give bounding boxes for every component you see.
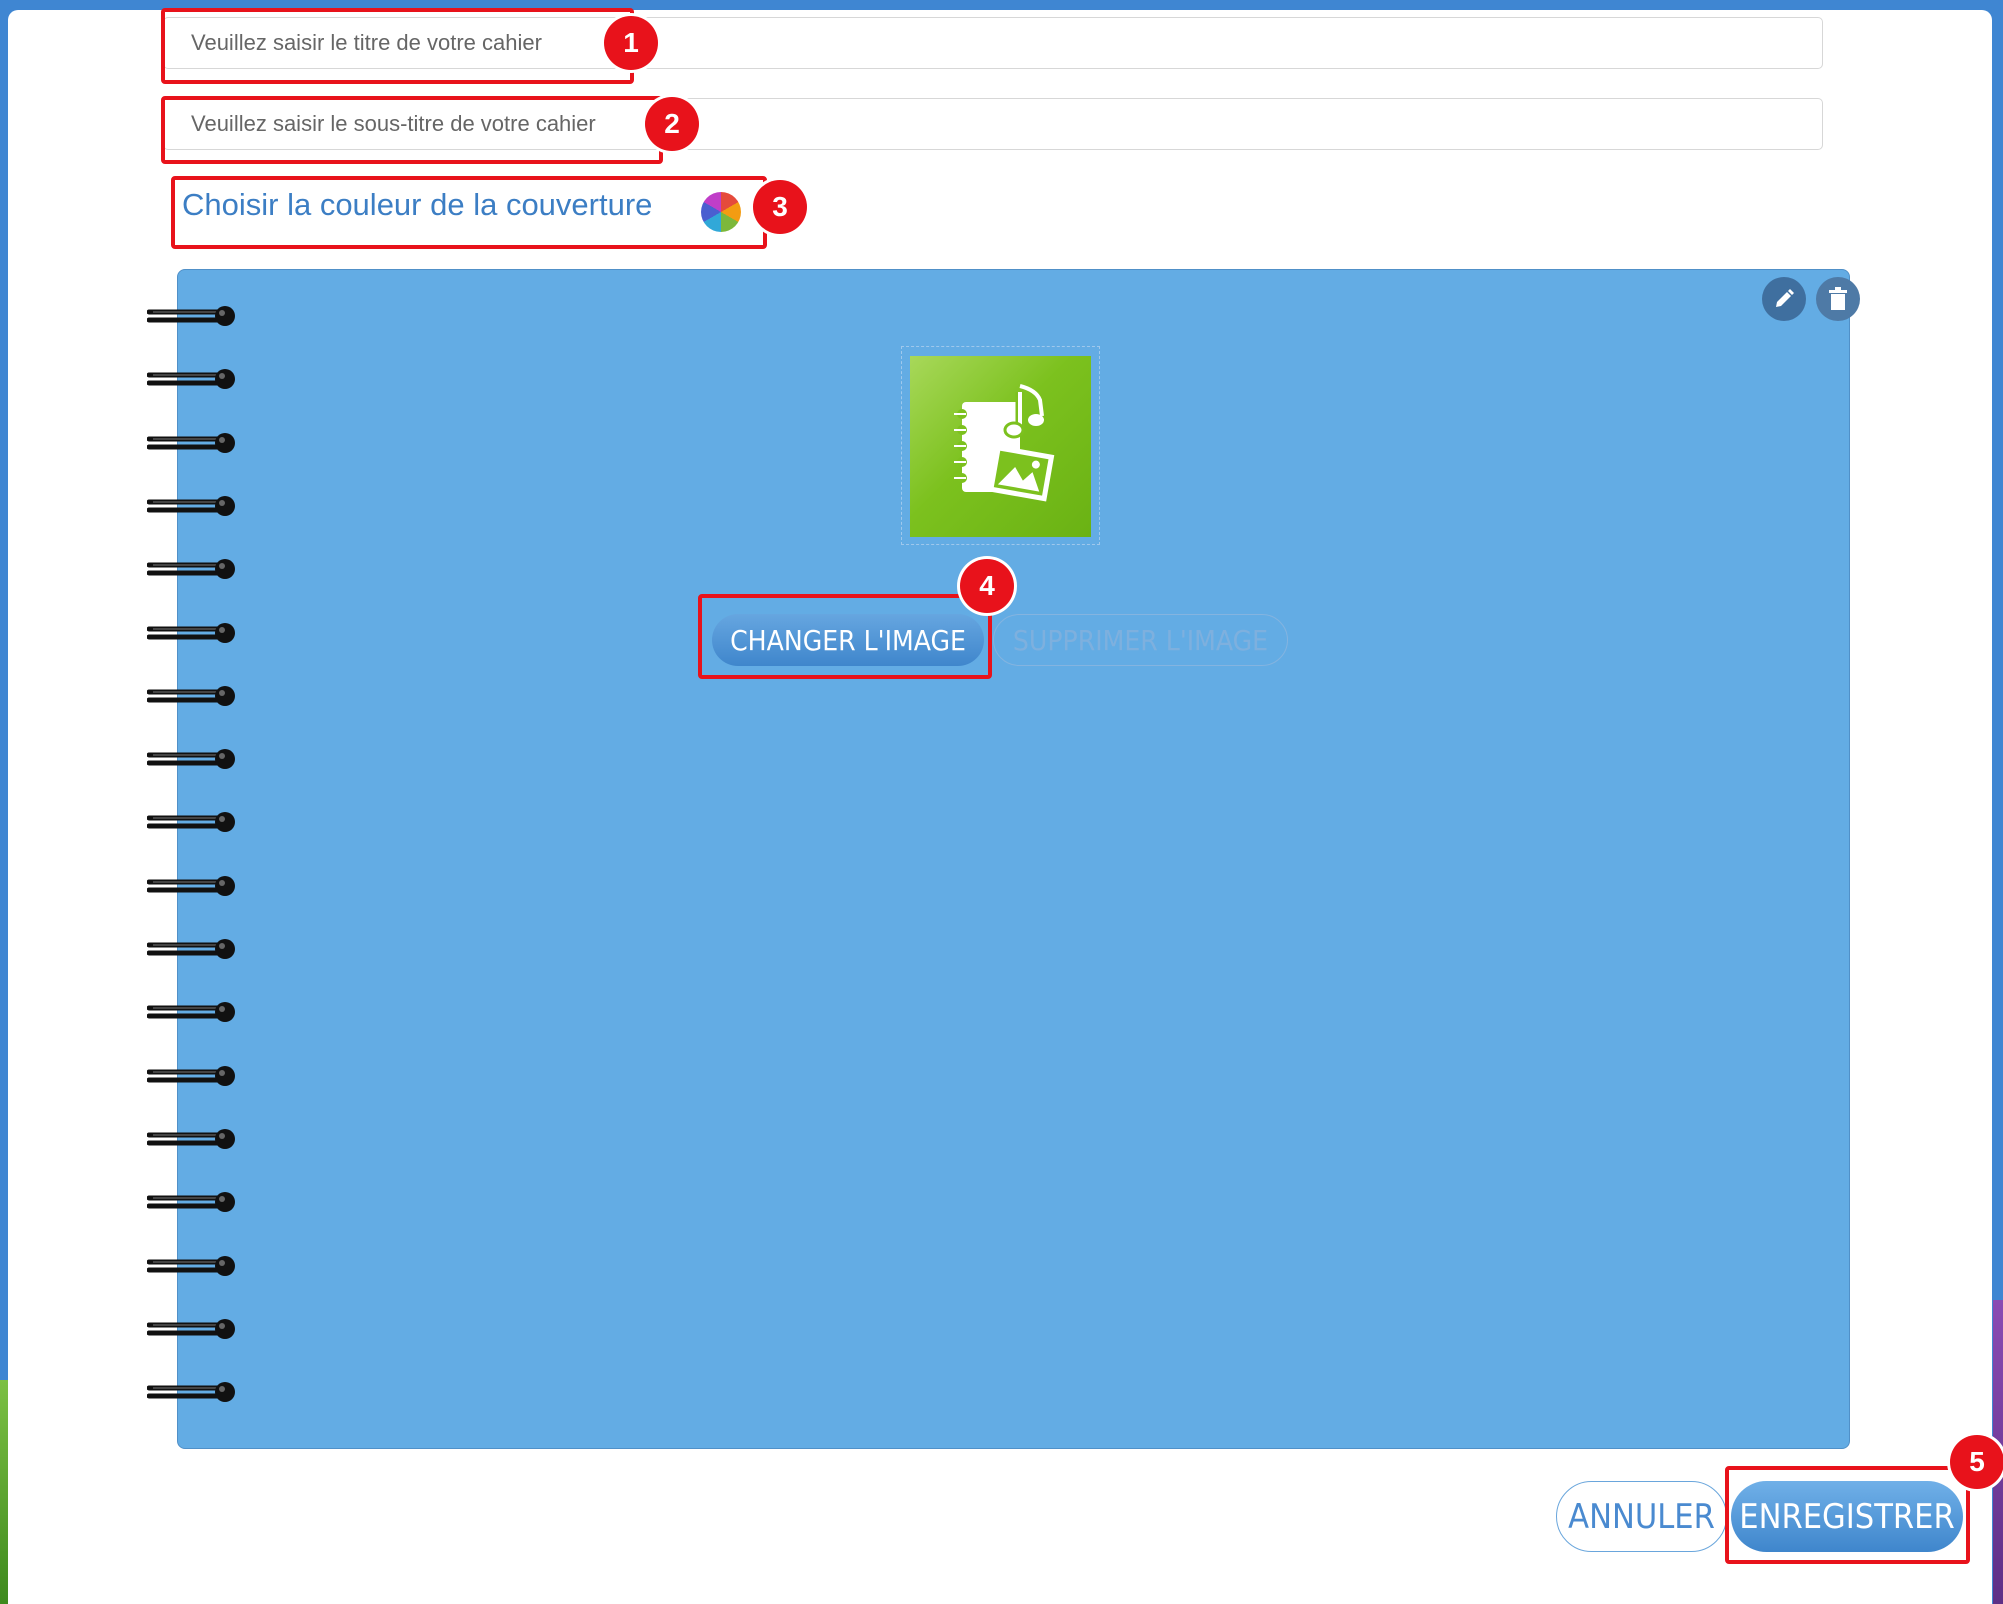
spiral-ring (147, 685, 235, 706)
save-button[interactable]: ENREGISTRER (1731, 1481, 1963, 1552)
spiral-ring (147, 369, 235, 390)
delete-image-button[interactable]: SUPPRIMER L'IMAGE (993, 614, 1288, 666)
notebook-subtitle-input[interactable] (163, 98, 1823, 150)
delete-cover-button[interactable] (1816, 277, 1860, 321)
choose-cover-color-link[interactable]: Choisir la couleur de la couverture (182, 187, 652, 223)
annotation-badge: 3 (753, 180, 807, 234)
spiral-ring (147, 495, 235, 516)
spiral-ring (147, 1318, 235, 1339)
spiral-ring (147, 939, 235, 959)
annotation-badge: 5 (1950, 1435, 2003, 1489)
spiral-ring (147, 622, 235, 643)
cancel-button[interactable]: ANNULER (1556, 1481, 1727, 1552)
annotation-badge: 1 (604, 16, 658, 70)
spiral-ring (147, 1382, 235, 1403)
pencil-icon (1776, 289, 1794, 307)
spiral-ring (147, 749, 235, 770)
color-wheel-icon[interactable] (701, 192, 741, 232)
spiral-ring (147, 812, 235, 833)
cover-image (910, 356, 1091, 537)
annotation-badge: 2 (645, 97, 699, 151)
spiral-ring (147, 875, 235, 896)
spiral-ring (147, 1192, 235, 1213)
notebook-music-image-icon (954, 384, 1055, 502)
edit-cover-button[interactable] (1762, 277, 1806, 321)
change-image-button[interactable]: CHANGER L'IMAGE (712, 614, 984, 666)
spiral-ring (147, 1128, 235, 1149)
spiral-ring (147, 1002, 235, 1023)
spiral-ring (147, 432, 235, 453)
spiral-ring (147, 1065, 235, 1086)
annotation-badge: 4 (960, 559, 1014, 613)
notebook-title-input[interactable] (163, 17, 1823, 69)
spiral-ring (147, 1255, 235, 1276)
spiral-ring (147, 306, 235, 326)
trash-icon (1829, 287, 1847, 310)
spiral-ring (147, 559, 235, 580)
